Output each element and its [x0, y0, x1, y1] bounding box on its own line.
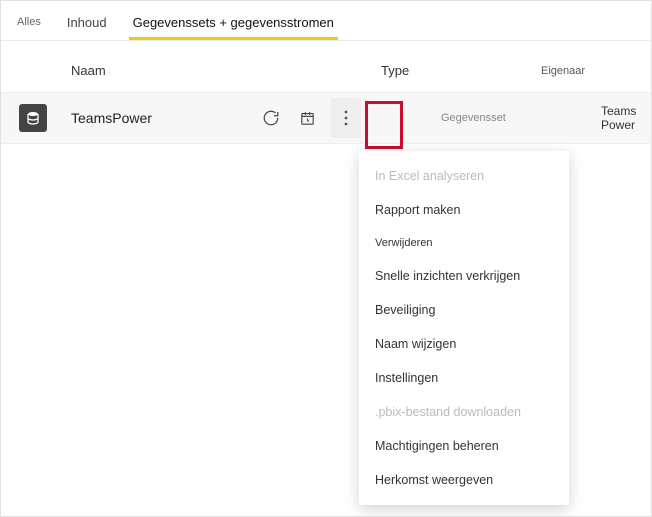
column-headers: Naam Type Eigenaar: [1, 41, 651, 92]
menu-settings[interactable]: Instellingen: [359, 361, 569, 395]
header-owner: Eigenaar: [541, 65, 651, 77]
menu-manage-permissions[interactable]: Machtigingen beheren: [359, 429, 569, 463]
menu-download-pbix: .pbix-bestand downloaden: [359, 395, 569, 429]
menu-rename[interactable]: Naam wijzigen: [359, 327, 569, 361]
header-type: Type: [381, 63, 541, 78]
tab-all[interactable]: Alles: [13, 10, 45, 40]
tab-content[interactable]: Inhoud: [63, 9, 111, 40]
more-options-button[interactable]: [331, 98, 361, 138]
tab-datasets[interactable]: Gegevenssets + gegevensstromen: [129, 9, 338, 40]
menu-security[interactable]: Beveiliging: [359, 293, 569, 327]
row-type: Gegevensset: [441, 112, 601, 124]
table-row[interactable]: TeamsPower Gegevensset Teams Power: [1, 92, 651, 144]
menu-create-report[interactable]: Rapport maken: [359, 193, 569, 227]
menu-quick-insights[interactable]: Snelle inzichten verkrijgen: [359, 259, 569, 293]
row-owner: Teams Power: [601, 104, 651, 132]
refresh-icon[interactable]: [259, 106, 283, 130]
menu-delete[interactable]: Verwijderen: [359, 227, 569, 259]
row-actions: [259, 93, 361, 143]
dataset-icon: [19, 104, 47, 132]
context-menu: In Excel analyseren Rapport maken Verwij…: [359, 151, 569, 505]
menu-analyze-excel: In Excel analyseren: [359, 159, 569, 193]
tab-bar: Alles Inhoud Gegevenssets + gegevensstro…: [1, 1, 651, 41]
schedule-icon[interactable]: [295, 106, 319, 130]
menu-view-lineage[interactable]: Herkomst weergeven: [359, 463, 569, 497]
header-name: Naam: [61, 63, 381, 78]
